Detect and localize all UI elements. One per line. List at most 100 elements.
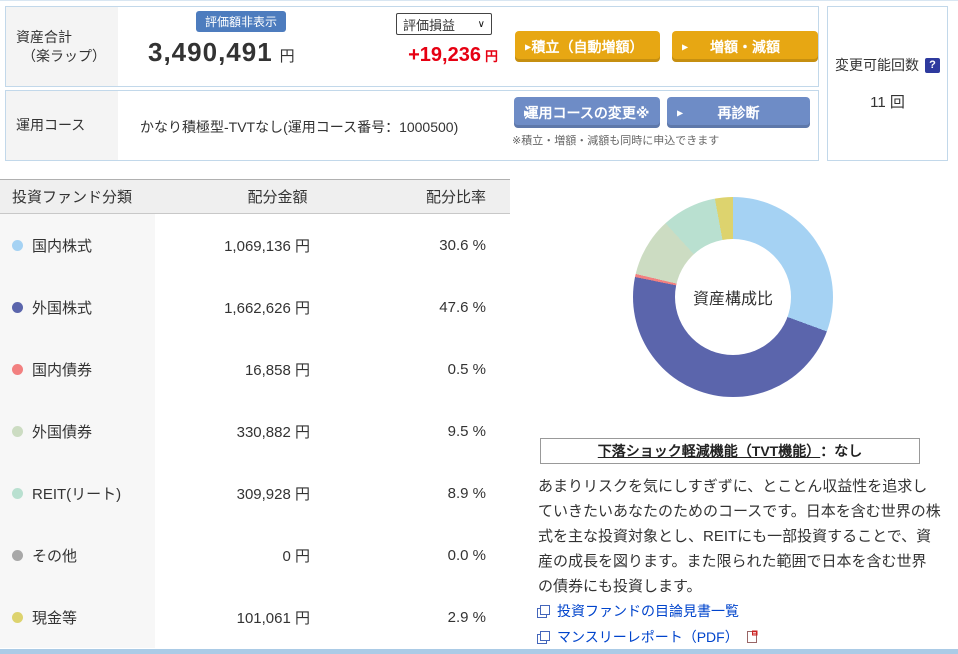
fund-amount-cell: 1,069,136 円	[224, 237, 310, 255]
fund-category-label: 外国債券	[32, 423, 93, 441]
table-row: 国内株式 1,069,136 円 30.6 %	[0, 214, 510, 276]
fund-category-cell: 外国株式	[0, 276, 155, 338]
fund-ratio-cell: 0.0 %	[447, 546, 486, 564]
header-allocation-amount: 配分金額	[247, 189, 308, 206]
fund-category-cell: 国内債券	[0, 338, 155, 400]
table-row: 国内債券 16,858 円 0.5 %	[0, 338, 510, 400]
change-count-label: 変更可能回数	[835, 57, 919, 73]
fund-amount-cell: 1,662,626 円	[224, 299, 310, 317]
monthly-report-link-label: マンスリーレポート（PDF）	[557, 629, 739, 645]
fund-ratio-cell: 30.6 %	[439, 236, 486, 254]
table-row: その他 0 円 0.0 %	[0, 524, 510, 586]
assets-content-cell: 評価額非表示 3,490,491 円 評価損益 ∨ +19,236 円 ▶ 積立（自…	[118, 7, 818, 86]
assets-label-line1: 資産合計	[16, 28, 72, 45]
bottom-divider-bar	[0, 649, 958, 654]
assets-label-cell: 資産合計 （楽ラップ）	[6, 7, 118, 86]
simultaneous-apply-note: ※積立・増額・減額も同時に申込できます	[512, 135, 720, 147]
fund-allocation-table: 投資ファンド分類 配分金額 配分比率 国内株式 1,069,136 円 30.6 %…	[0, 179, 510, 648]
fund-amount-cell: 330,882 円	[236, 423, 310, 441]
fund-table-body: 国内株式 1,069,136 円 30.6 % 外国株式 1,662,626 円 47.6…	[0, 214, 510, 648]
tvt-function-box: 下落ショック軽減機能（TVT機能） ：なし	[540, 438, 920, 464]
table-row: REIT(リート) 309,928 円 8.9 %	[0, 462, 510, 524]
yen-suffix-red: 円	[484, 49, 498, 64]
arrow-icon: ▶	[682, 42, 689, 51]
rediagnosis-button[interactable]: ▶ 再診断	[667, 97, 810, 128]
course-change-button-label: 運用コースの変更※	[524, 104, 650, 121]
course-content-cell: かなり積極型-TVTなし(運用コース番号：1000500) ▶ 運用コースの変更…	[118, 91, 818, 160]
asset-composition-donut-chart: 資産構成比	[633, 197, 833, 397]
category-color-dot	[12, 549, 23, 561]
fund-ratio-cell: 0.5 %	[447, 360, 486, 378]
total-assets-amount: 3,490,491 円	[148, 37, 295, 68]
fund-amount-cell: 16,858 円	[244, 361, 310, 379]
arrow-icon: ▶	[677, 108, 684, 117]
fund-category-label: 国内株式	[32, 237, 93, 255]
table-row: 外国債券 330,882 円 9.5 %	[0, 400, 510, 462]
prospectus-link-label: 投資ファンドの目論見書一覧	[557, 603, 739, 619]
fund-amount-cell: 0 円	[282, 547, 310, 565]
fund-ratio-cell: 8.9 %	[447, 484, 486, 502]
fund-ratio-cell: 47.6 %	[439, 298, 486, 316]
fund-ratio-cell: 9.5 %	[447, 422, 486, 440]
category-color-dot	[12, 239, 23, 251]
donut-center-label: 資産構成比	[675, 239, 791, 355]
fund-category-label: その他	[32, 547, 78, 565]
arrow-icon: ▶	[524, 108, 531, 117]
course-change-button[interactable]: ▶ 運用コースの変更※	[514, 97, 660, 128]
pdf-icon	[746, 630, 758, 643]
assets-summary-row: 資産合計 （楽ラップ） 評価額非表示 3,490,491 円 評価損益 ∨ +19…	[5, 6, 819, 87]
hide-valuation-badge[interactable]: 評価額非表示	[196, 11, 287, 32]
profit-loss-number: +19,236	[408, 44, 481, 66]
fund-ratio-cell: 2.9 %	[447, 608, 486, 626]
fund-amount-cell: 101,061 円	[236, 609, 310, 627]
total-assets-number: 3,490,491	[148, 37, 273, 67]
course-row: 運用コース かなり積極型-TVTなし(運用コース番号：1000500) ▶ 運用…	[5, 90, 819, 161]
course-value: かなり積極型-TVTなし(運用コース番号：1000500)	[140, 119, 459, 135]
yen-suffix: 円	[279, 48, 295, 65]
table-row: 現金等 101,061 円 2.9 %	[0, 586, 510, 648]
fund-category-label: 現金等	[32, 609, 78, 627]
category-color-dot	[12, 363, 23, 375]
header-fund-category: 投資ファンド分類	[12, 189, 133, 206]
assets-label-line2: （楽ラップ）	[22, 47, 106, 64]
pl-type-select[interactable]: 評価損益 ∨	[396, 13, 492, 35]
monthly-report-link[interactable]: マンスリーレポート（PDF）	[537, 627, 758, 647]
external-link-icon	[537, 604, 550, 618]
category-color-dot	[12, 611, 23, 623]
rediagnosis-button-label: 再診断	[717, 104, 760, 121]
arrow-icon: ▶	[525, 42, 532, 51]
header-allocation-ratio: 配分比率	[425, 189, 486, 206]
zougen-button-label: 増額・減額	[710, 38, 780, 55]
tvt-value: ：なし	[820, 443, 863, 459]
course-label: 運用コース	[16, 117, 86, 133]
fund-category-label: 国内債券	[32, 361, 93, 379]
prospectus-link[interactable]: 投資ファンドの目論見書一覧	[537, 601, 758, 621]
table-row: 外国株式 1,662,626 円 47.6 %	[0, 276, 510, 338]
external-link-icon	[537, 630, 550, 644]
fund-category-cell: REIT(リート)	[0, 462, 155, 524]
fund-category-cell: その他	[0, 524, 155, 586]
fund-category-cell: 外国債券	[0, 400, 155, 462]
chevron-down-icon: ∨	[477, 18, 485, 30]
fund-category-label: REIT(リート)	[32, 485, 122, 503]
course-description: あまりリスクを気にしすぎずに、とことん収益性を追求していきたいあなたのためのコー…	[538, 478, 941, 595]
change-count-header: 変更可能回数 ?	[835, 55, 940, 75]
pl-select-value: 評価損益	[403, 17, 456, 33]
rakuten-wrap-dashboard: 資産合計 （楽ラップ） 評価額非表示 3,490,491 円 評価損益 ∨ +19…	[0, 0, 958, 654]
fund-amount-cell: 309,928 円	[236, 485, 310, 503]
category-color-dot	[12, 425, 23, 437]
fund-category-cell: 国内株式	[0, 214, 155, 276]
fund-category-label: 外国株式	[32, 299, 93, 317]
category-color-dot	[12, 301, 23, 313]
change-count-panel: 変更可能回数 ? 11 回	[827, 6, 948, 161]
document-links: 投資ファンドの目論見書一覧 マンスリーレポート（PDF）	[537, 601, 758, 647]
fund-table-header: 投資ファンド分類 配分金額 配分比率	[0, 179, 510, 214]
profit-loss-value: +19,236 円	[390, 44, 498, 67]
fund-category-cell: 現金等	[0, 586, 155, 648]
zougen-button[interactable]: ▶ 増額・減額	[672, 31, 818, 62]
tsumitate-button[interactable]: ▶ 積立（自動増額）	[515, 31, 660, 62]
tsumitate-button-label: 積立（自動増額）	[531, 38, 644, 55]
tvt-label: 下落ショック軽減機能（TVT機能）	[597, 443, 821, 459]
change-count-value: 11 回	[870, 94, 905, 111]
help-icon[interactable]: ?	[925, 57, 940, 73]
